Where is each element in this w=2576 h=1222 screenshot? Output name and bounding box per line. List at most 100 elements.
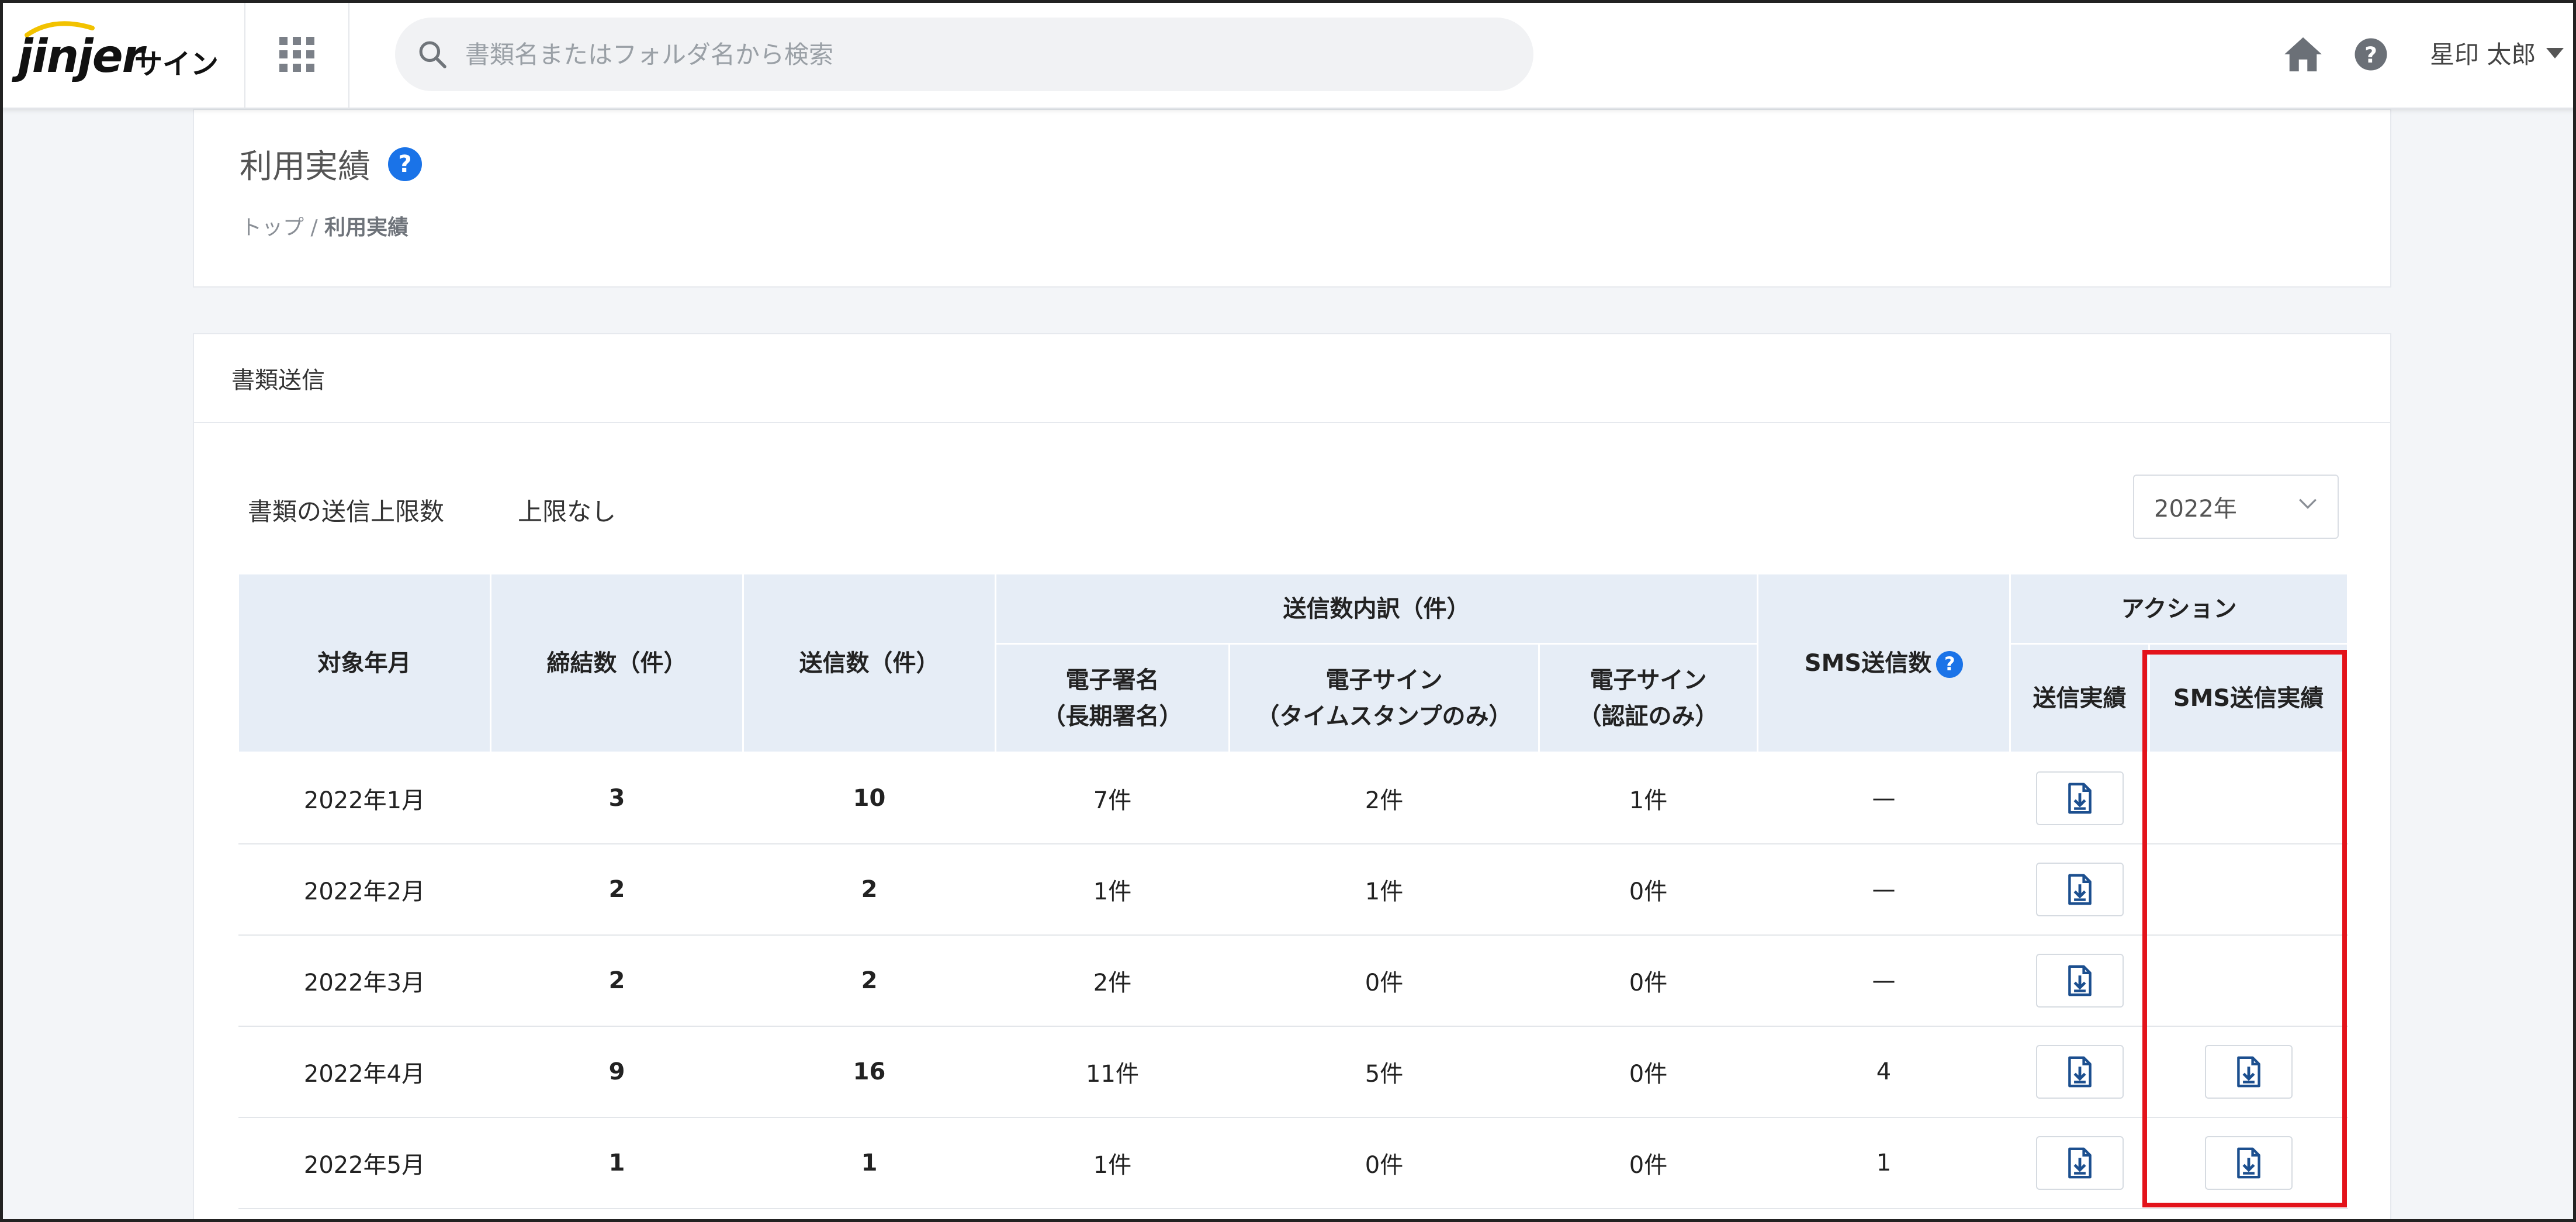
apps-grid-icon xyxy=(279,37,314,72)
cell-sign-auth: 1件 xyxy=(1539,752,1758,844)
sms-help-icon[interactable]: ? xyxy=(1936,650,1964,678)
page-title-text: 利用実績 xyxy=(240,148,371,186)
logo-text: jinjer xyxy=(18,30,144,83)
cell-sent: 10 xyxy=(743,752,996,844)
send-record-download-button[interactable] xyxy=(2035,862,2124,916)
sms-record-download-button[interactable] xyxy=(2204,1044,2293,1099)
search-input[interactable] xyxy=(465,40,1459,69)
cell-sig-long: 2件 xyxy=(995,934,1230,1027)
cell-month: 2022年2月 xyxy=(238,843,491,936)
page-title-card: 利用実績 ? トップ / 利用実績 xyxy=(193,109,2391,288)
search-icon xyxy=(419,41,446,68)
cell-sign-auth: 0件 xyxy=(1539,1117,1758,1209)
cell-concluded: 9 xyxy=(490,1026,743,1118)
send-record-download-button[interactable] xyxy=(2035,771,2124,825)
col-header-send-record: 送信実績 xyxy=(2009,643,2151,753)
cell-sign-ts: 2件 xyxy=(1229,752,1539,844)
cell-send-record xyxy=(2010,934,2149,1027)
sign-auth-line1: 電子サイン xyxy=(1590,666,1707,694)
search-bar[interactable] xyxy=(395,18,1533,91)
sign-ts-line2: （タイムスタンプのみ） xyxy=(1256,702,1512,730)
cell-sig-long: 11件 xyxy=(995,1026,1230,1118)
cell-sms-record xyxy=(2149,752,2348,844)
col-header-concluded: 締結数（件） xyxy=(490,573,744,753)
usage-table-body: 2022年1月 3 10 7件 2件 1件 — 2022年2月 2 2 1件 1… xyxy=(238,752,2348,1209)
cell-sms-count: 1 xyxy=(1757,1117,2010,1209)
download-file-icon xyxy=(2068,1056,2092,1087)
cell-month: 2022年5月 xyxy=(238,1117,491,1209)
breadcrumb-current: 利用実績 xyxy=(324,216,409,240)
cell-sms-record xyxy=(2149,934,2348,1027)
cell-sign-ts: 0件 xyxy=(1229,1117,1539,1209)
user-menu[interactable]: 星印 太郎 xyxy=(2430,35,2564,71)
cell-sent: 2 xyxy=(743,934,996,1027)
cell-month: 2022年1月 xyxy=(238,752,491,844)
download-file-icon xyxy=(2068,1147,2092,1178)
download-file-icon xyxy=(2068,965,2092,996)
chevron-down-icon xyxy=(2299,499,2317,509)
sign-ts-line1: 電子サイン xyxy=(1325,666,1443,694)
jinjer-sign-logo[interactable]: jinjer サイン xyxy=(18,18,228,88)
cell-sent: 16 xyxy=(743,1026,996,1118)
download-file-icon xyxy=(2236,1147,2260,1178)
sms-record-download-button[interactable] xyxy=(2204,1136,2293,1190)
cell-month: 2022年4月 xyxy=(238,1026,491,1118)
cell-sms-count: — xyxy=(1757,934,2010,1027)
col-header-sms-count: SMS送信数? xyxy=(1757,573,2011,753)
sms-count-label: SMS送信数 xyxy=(1804,649,1932,677)
svg-text:?: ? xyxy=(2364,42,2377,68)
table-row: 2022年2月 2 2 1件 1件 0件 — xyxy=(238,843,2348,936)
page-title: 利用実績 ? xyxy=(240,140,422,188)
breadcrumb: トップ / 利用実績 xyxy=(241,210,408,241)
cell-month: 2022年3月 xyxy=(238,934,491,1027)
year-select-value: 2022年 xyxy=(2154,496,2237,522)
top-header: jinjer サイン ? 星印 太郎 xyxy=(0,0,2576,109)
cell-concluded: 2 xyxy=(490,843,743,936)
cell-sms-count: 4 xyxy=(1757,1026,2010,1118)
home-button[interactable] xyxy=(2281,33,2325,76)
page-help-icon[interactable]: ? xyxy=(388,147,422,181)
col-header-sign-ts: 電子サイン （タイムスタンプのみ） xyxy=(1228,643,1540,753)
cell-sent: 2 xyxy=(743,843,996,936)
cell-sign-ts: 0件 xyxy=(1229,934,1539,1027)
cell-sign-ts: 5件 xyxy=(1229,1026,1539,1118)
send-record-download-button[interactable] xyxy=(2035,1136,2124,1190)
breadcrumb-home-link[interactable]: トップ xyxy=(241,216,304,240)
cell-send-record xyxy=(2010,1026,2149,1118)
help-icon: ? xyxy=(2355,38,2387,71)
usage-table: 対象年月 締結数（件） 送信数（件） 送信数内訳（件） SMS送信数? アクショ… xyxy=(237,573,2349,1209)
send-limit-row: 書類の送信上限数 上限なし xyxy=(248,492,616,528)
cell-send-record xyxy=(2010,752,2149,844)
send-record-download-button[interactable] xyxy=(2035,1044,2124,1099)
download-file-icon xyxy=(2068,783,2092,814)
cell-sign-auth: 0件 xyxy=(1539,1026,1758,1118)
table-row: 2022年4月 9 16 11件 5件 0件 4 xyxy=(238,1026,2348,1118)
cell-sig-long: 1件 xyxy=(995,1117,1230,1209)
apps-menu-button[interactable] xyxy=(244,0,349,109)
send-limit-label: 書類の送信上限数 xyxy=(248,497,445,526)
col-header-sms-record: SMS送信実績 xyxy=(2148,643,2349,753)
cell-concluded: 2 xyxy=(490,934,743,1027)
help-button[interactable]: ? xyxy=(2349,33,2393,76)
year-select[interactable]: 2022年 xyxy=(2133,475,2339,539)
sig-long-line1: 電子署名 xyxy=(1065,666,1159,694)
col-header-breakdown: 送信数内訳（件） xyxy=(994,573,1759,645)
cell-concluded: 1 xyxy=(490,1117,743,1209)
send-record-download-button[interactable] xyxy=(2035,953,2124,1008)
cell-sign-auth: 0件 xyxy=(1539,843,1758,936)
sign-auth-line2: （認証のみ） xyxy=(1578,702,1719,730)
cell-send-record xyxy=(2010,1117,2149,1209)
cell-sign-auth: 0件 xyxy=(1539,934,1758,1027)
cell-sig-long: 7件 xyxy=(995,752,1230,844)
table-row: 2022年3月 2 2 2件 0件 0件 — xyxy=(238,934,2348,1027)
table-row: 2022年5月 1 1 1件 0件 0件 1 xyxy=(238,1117,2348,1209)
col-header-month: 対象年月 xyxy=(237,573,491,753)
cell-sig-long: 1件 xyxy=(995,843,1230,936)
caret-down-icon xyxy=(2546,47,2564,58)
breadcrumb-separator: / xyxy=(310,216,318,240)
cell-sms-record xyxy=(2149,1026,2348,1118)
home-icon xyxy=(2284,37,2322,72)
col-header-action: アクション xyxy=(2009,573,2349,645)
cell-sms-count: — xyxy=(1757,843,2010,936)
cell-sms-record xyxy=(2149,1117,2348,1209)
